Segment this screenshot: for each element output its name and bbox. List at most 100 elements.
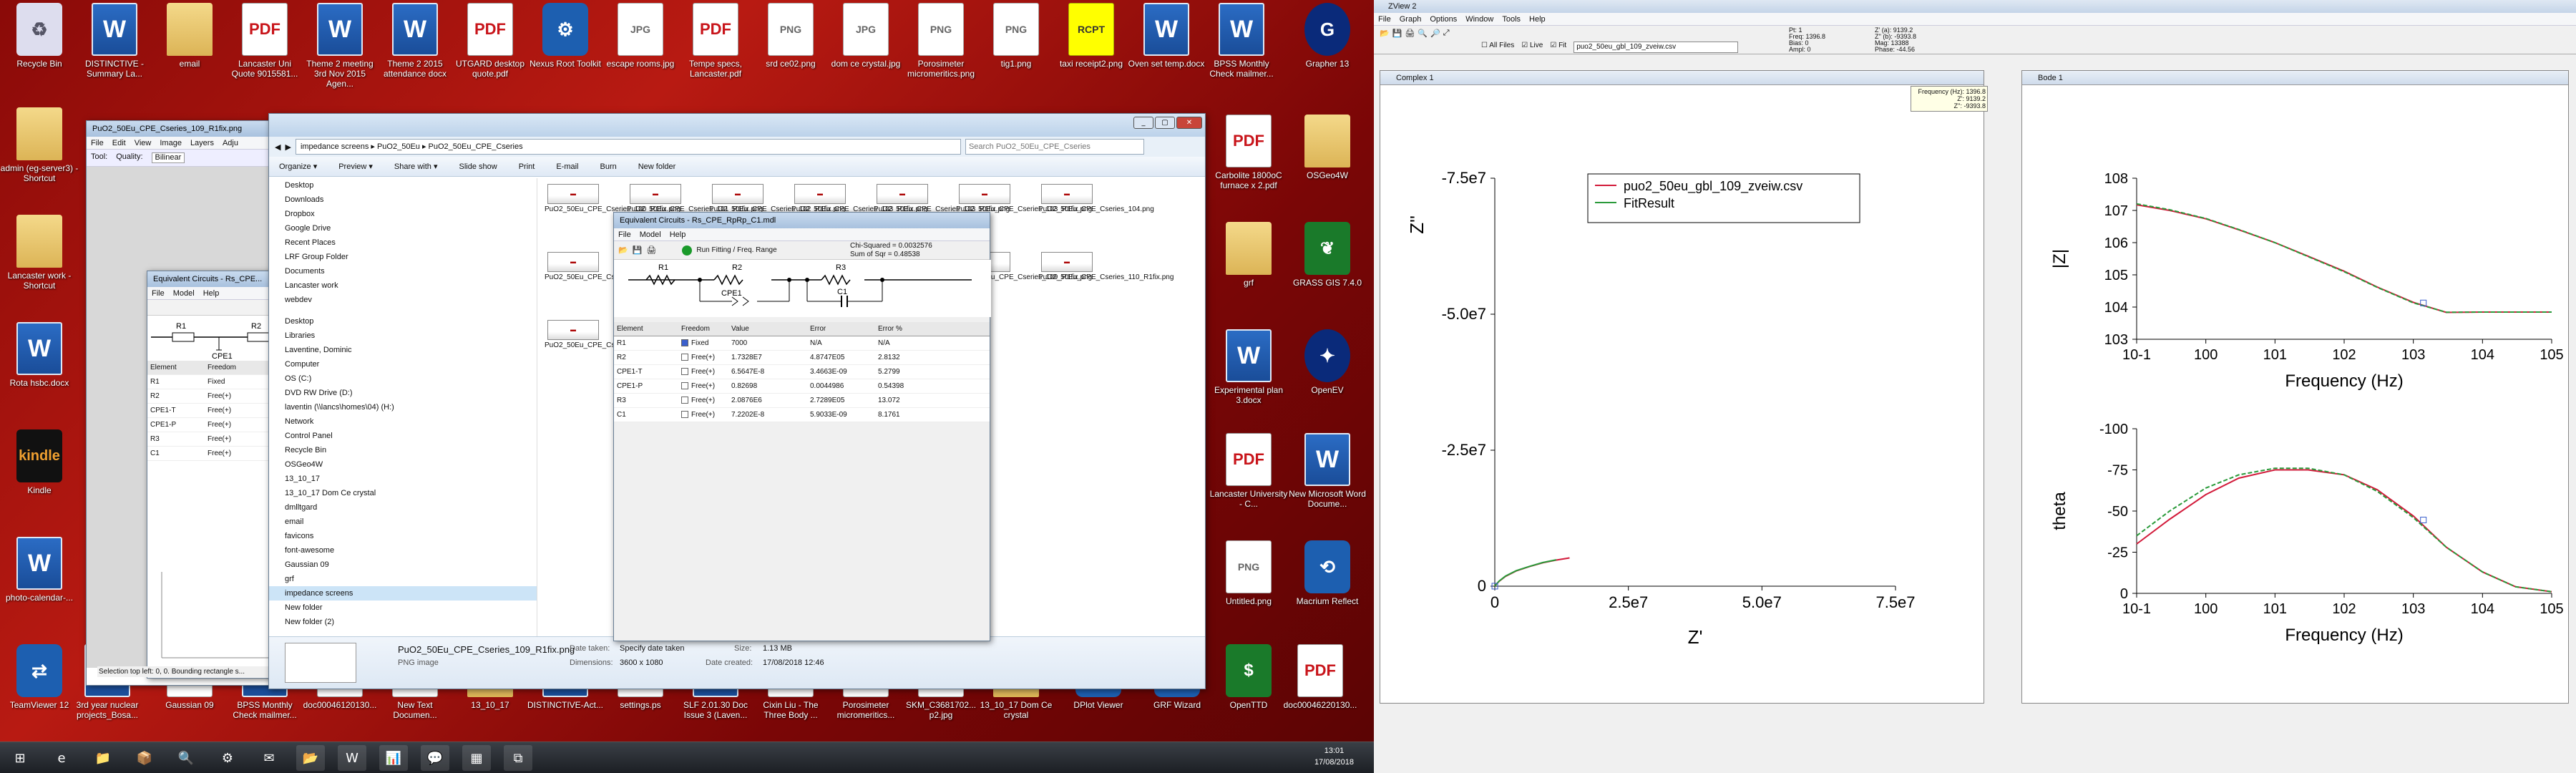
- toolbar-button[interactable]: New folder: [638, 162, 676, 171]
- save-icon[interactable]: 💾: [1392, 29, 1402, 38]
- table-row[interactable]: R1 Fixed 7000 N/A N/A: [614, 336, 990, 351]
- desktop-icon[interactable]: PDF Carbolite 1800oC furnace x 2.pdf: [1209, 115, 1288, 190]
- toolbar-button[interactable]: Slide show: [459, 162, 497, 171]
- file-thumbnail[interactable]: ▬ PuO2_50Eu_CPE_Cseries_100_R1fix.png: [545, 184, 680, 214]
- toolbar-button[interactable]: Print: [519, 162, 535, 171]
- file-thumbnail[interactable]: ▬PuO2_50Eu_CPE_Cseries_104_R1fix.png: [545, 252, 680, 282]
- nav-tree-item[interactable]: Network: [269, 414, 537, 429]
- menu-item[interactable]: File: [91, 139, 104, 147]
- file-thumbnail[interactable]: ▬ PuO2_50Eu_CPE_Cseries_103_R1fix.png: [956, 184, 1092, 214]
- run-fitting-button[interactable]: Run Fitting / Freq. Range: [696, 246, 776, 254]
- desktop-icon[interactable]: PNG tig1.png: [977, 3, 1055, 69]
- nav-tree-item[interactable]: email: [269, 515, 537, 529]
- desktop-icon[interactable]: PDF doc00046220130...: [1281, 644, 1360, 710]
- nav-tree-item[interactable]: New folder (2): [269, 615, 537, 629]
- menu-item[interactable]: File: [152, 289, 165, 298]
- nav-tree-item[interactable]: grf: [269, 572, 537, 586]
- nav-tree-item[interactable]: impedance screens: [269, 586, 537, 601]
- save-icon[interactable]: 💾: [633, 245, 643, 255]
- nav-tree-item[interactable]: Laventine, Dominic: [269, 343, 537, 357]
- table-row[interactable]: R2 Free(+) 1.7328E7 4.8747E05 2.8132: [614, 351, 990, 365]
- nav-tree-item[interactable]: Control Panel: [269, 429, 537, 443]
- nav-tree-item[interactable]: DVD RW Drive (D:): [269, 386, 537, 400]
- nav-tree-item[interactable]: Libraries: [269, 329, 537, 343]
- nav-favorite[interactable]: Google Drive: [269, 221, 537, 235]
- fit-checkbox[interactable]: ☑ Fit: [1550, 42, 1566, 53]
- taskbar-app-icon[interactable]: 📊: [379, 745, 408, 771]
- menu-item[interactable]: Model: [173, 289, 195, 298]
- table-row[interactable]: CPE1-P Free(+) 0.82698 0.0044986 0.54398: [614, 379, 990, 394]
- desktop-icon[interactable]: W Rota hsbc.docx: [0, 322, 79, 388]
- table-row[interactable]: CPE1-T Free(+) 6.5647E-8 3.4663E-09 5.2799: [614, 365, 990, 379]
- search-input[interactable]: [965, 139, 1144, 155]
- desktop-icon[interactable]: W BPSS Monthly Check mailmer...: [1202, 3, 1281, 79]
- print-icon[interactable]: 🖨: [1405, 29, 1415, 38]
- file-select[interactable]: puo2_50eu_gbl_109_zveiw.csv: [1574, 42, 1739, 53]
- menu-item[interactable]: Layers: [190, 139, 214, 147]
- table-cell[interactable]: 0.82698: [728, 382, 807, 390]
- checkbox-icon[interactable]: [681, 339, 688, 347]
- zoom-out-icon[interactable]: 🔎: [1430, 29, 1440, 38]
- complex-plot-window[interactable]: Complex 1 0 2.5e7 5.0e7 7.5e7 -7.5e7 -5.0e7 -2…: [1380, 70, 1984, 704]
- desktop-icon[interactable]: ⇄ TeamViewer 12: [0, 644, 79, 710]
- desktop-icon[interactable]: W Theme 2 meeting 3rd Nov 2015 Agen...: [301, 3, 379, 89]
- desktop-icon[interactable]: ⚙ Nexus Root Toolkit: [526, 3, 605, 69]
- nav-tree-item[interactable]: OS (C:): [269, 371, 537, 386]
- menu-item[interactable]: View: [135, 139, 152, 147]
- file-thumbnail[interactable]: ▬ PuO2_50Eu_CPE_Cseries_103_R1fix.png: [791, 184, 927, 214]
- forward-icon[interactable]: ▶: [285, 142, 291, 152]
- nav-tree-item[interactable]: Desktop: [269, 314, 537, 329]
- menu-item[interactable]: Graph: [1400, 15, 1422, 24]
- menu-item[interactable]: Window: [1465, 15, 1493, 24]
- taskbar-app-icon[interactable]: ⧉: [504, 745, 532, 771]
- checkbox-icon[interactable]: [681, 354, 688, 361]
- checkbox-icon[interactable]: [681, 411, 688, 419]
- toolbar-button[interactable]: Preview ▾: [338, 162, 373, 171]
- table-cell[interactable]: 2.0876E6: [728, 397, 807, 404]
- maximize-button[interactable]: ▢: [1155, 117, 1175, 129]
- table-cell[interactable]: 7000: [728, 339, 807, 347]
- menu-item[interactable]: Help: [670, 230, 686, 239]
- desktop-icon[interactable]: ♻ Recycle Bin: [0, 3, 79, 69]
- nav-tree-item[interactable]: OSGeo4W: [269, 457, 537, 472]
- run-fitting-icon[interactable]: [682, 245, 693, 256]
- checkbox-icon[interactable]: [681, 397, 688, 404]
- nav-tree-item[interactable]: New folder: [269, 601, 537, 615]
- breadcrumb[interactable]: impedance screens ▸ PuO2_50Eu ▸ PuO2_50E…: [295, 139, 961, 155]
- toolbar-button[interactable]: E-mail: [556, 162, 578, 171]
- nav-favorite[interactable]: Dropbox: [269, 207, 537, 221]
- nav-tree-item[interactable]: Computer: [269, 357, 537, 371]
- desktop-icon[interactable]: grf: [1209, 222, 1288, 288]
- menu-item[interactable]: Adju: [223, 139, 238, 147]
- nav-tree-item[interactable]: favicons: [269, 529, 537, 543]
- desktop-icon[interactable]: ❦ GRASS GIS 7.4.0: [1288, 222, 1367, 288]
- nav-favorite[interactable]: Documents: [269, 264, 537, 278]
- desktop-icon[interactable]: admin (eg-server3) - Shortcut: [0, 107, 79, 183]
- checkbox-icon[interactable]: [681, 382, 688, 390]
- desktop-icon[interactable]: PDF Tempe specs, Lancaster.pdf: [676, 3, 755, 79]
- nav-tree-item[interactable]: Recycle Bin: [269, 443, 537, 457]
- desktop-icon[interactable]: W Theme 2 2015 attendance docx: [376, 3, 454, 79]
- back-icon[interactable]: ◀: [275, 142, 280, 152]
- checkbox-icon[interactable]: [681, 368, 688, 376]
- desktop-icon[interactable]: JPG dom ce crystal.jpg: [826, 3, 905, 69]
- nav-favorite[interactable]: Lancaster work: [269, 278, 537, 293]
- taskbar-app-icon[interactable]: W: [338, 745, 366, 771]
- minimize-button[interactable]: _: [1133, 117, 1153, 129]
- file-thumbnail[interactable]: ▬ PuO2_50Eu_CPE_Cseries_102_R1fix.png: [709, 184, 845, 214]
- taskbar-app-icon[interactable]: 💬: [421, 745, 449, 771]
- quality-value[interactable]: Bilinear: [151, 152, 185, 163]
- taskbar-app-icon[interactable]: 📂: [296, 745, 325, 771]
- desktop-icon[interactable]: Lancaster work - Shortcut: [0, 215, 79, 291]
- bode-plot-window[interactable]: Bode 1 10-1 100 101 102 103 104 105 103 104 105 10…: [2021, 70, 2569, 704]
- close-button[interactable]: ✕: [1176, 117, 1202, 129]
- breadcrumb-item[interactable]: PuO2_50Eu: [377, 142, 420, 151]
- nav-tree-item[interactable]: font-awesome: [269, 543, 537, 558]
- breadcrumb-item[interactable]: impedance screens: [301, 142, 369, 151]
- taskbar-app-icon[interactable]: e: [47, 745, 76, 771]
- breadcrumb-item[interactable]: PuO2_50Eu_CPE_Cseries: [429, 142, 523, 151]
- taskbar-app-icon[interactable]: ▦: [462, 745, 491, 771]
- toolbar-button[interactable]: Share with ▾: [394, 162, 438, 171]
- file-thumbnail[interactable]: ▬ PuO2_50Eu_CPE_Cseries_111_R1fix.png: [545, 320, 680, 350]
- table-row[interactable]: R3 Free(+) 2.0876E6 2.7289E05 13.072: [614, 394, 990, 408]
